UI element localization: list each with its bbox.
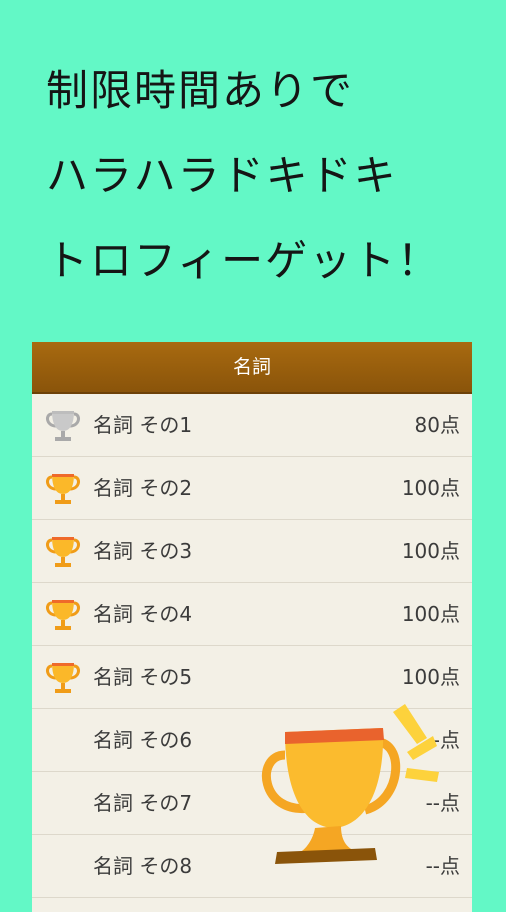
silver-trophy-icon (44, 406, 82, 444)
headline-line-2: ハラハラドキドキ (46, 151, 398, 200)
item-score: 100点 (401, 665, 460, 689)
item-score: 100点 (401, 602, 460, 626)
item-label: 名詞 その3 (93, 539, 193, 563)
big-trophy-icon (261, 704, 439, 864)
item-score: 80点 (414, 413, 460, 437)
panel-title: 名詞 (32, 342, 472, 394)
list-item[interactable]: 名詞 その1 80点 (32, 394, 472, 457)
list-item[interactable]: 名詞 その3 100点 (32, 520, 472, 583)
item-score: 100点 (401, 539, 460, 563)
gold-trophy-icon (44, 595, 82, 633)
gold-trophy-icon (44, 532, 82, 570)
item-score: 100点 (401, 476, 460, 500)
list-item[interactable]: 名詞 その4 100点 (32, 583, 472, 646)
gold-trophy-icon (44, 658, 82, 696)
list-item[interactable]: 名詞 その2 100点 (32, 457, 472, 520)
headline-line-1: 制限時間ありで (46, 66, 355, 115)
item-label: 名詞 その5 (93, 665, 193, 689)
item-label: 名詞 その1 (93, 413, 193, 437)
item-label: 名詞 その6 (93, 728, 193, 752)
item-label: 名詞 その4 (93, 602, 193, 626)
item-label: 名詞 その2 (93, 476, 193, 500)
promo-headline: 制限時間ありで ハラハラドキドキ トロフィーゲット！ (46, 48, 486, 303)
headline-line-3: トロフィーゲット！ (46, 236, 442, 285)
item-label: 名詞 その7 (93, 791, 193, 815)
gold-trophy-icon (44, 469, 82, 507)
item-label: 名詞 その8 (93, 854, 193, 878)
